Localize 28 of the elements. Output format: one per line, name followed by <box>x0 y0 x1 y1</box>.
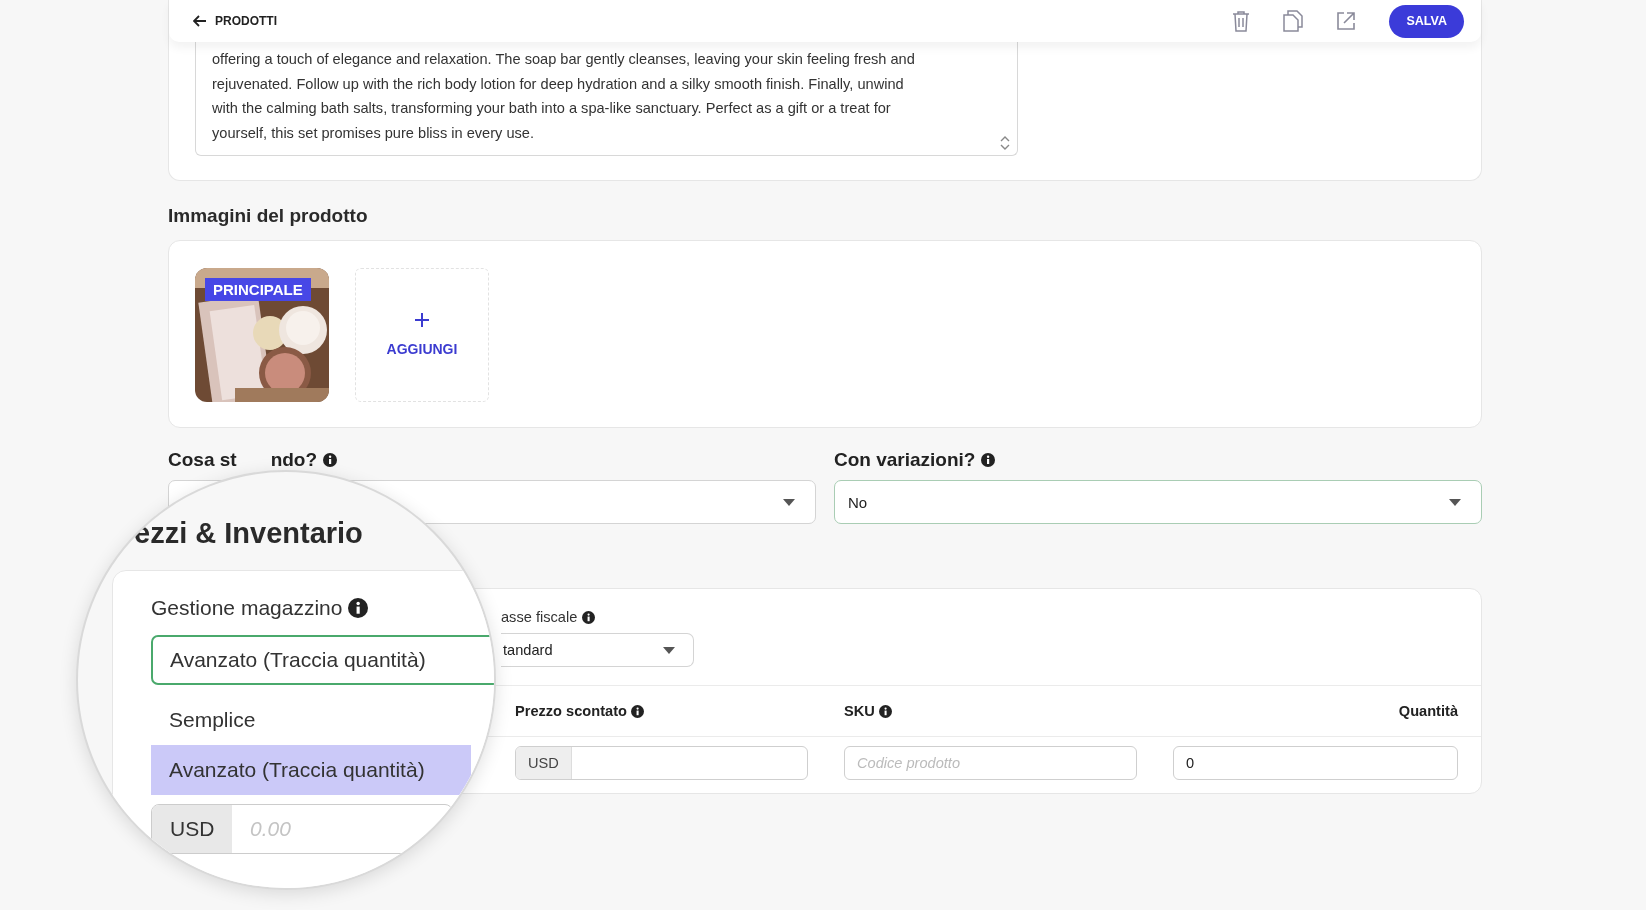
description-text: offering a touch of elegance and relaxation. The soap bar gently cleanses, leaving your skin feeling fresh and <box>212 50 916 69</box>
field-label: asse fiscale <box>501 609 578 625</box>
currency-label: USD <box>152 805 232 853</box>
description-text: yourself, this set promises pure bliss in every use. <box>212 123 535 143</box>
main-image-badge: PRINCIPALE <box>205 278 311 301</box>
price-field[interactable]: USD <box>515 746 808 780</box>
dropdown-option[interactable]: Semplice <box>151 695 471 745</box>
save-button[interactable]: SALVA <box>1389 4 1464 38</box>
sku-field[interactable]: Codice prodotto <box>844 746 1137 780</box>
select-field[interactable]: tandard <box>501 633 694 667</box>
section-title: Immagini del prodotto <box>168 205 369 227</box>
column-header: Quantità <box>1398 703 1458 719</box>
quantity-field[interactable]: 0 <box>1173 746 1458 780</box>
column-header: Prezzo scontato <box>515 703 627 719</box>
field-label: ndo? <box>270 449 318 471</box>
description-text: with the calming bath salts, transforming your bath into a spa-like sanctuary. Perfect as a gift or a treat for <box>212 99 892 118</box>
field-label: Gestione magazzino <box>151 596 343 620</box>
placeholder-text: 0.00 <box>249 816 291 842</box>
select-field[interactable]: No <box>834 480 1482 524</box>
description-text: rejuvenated. Follow up with the rich body lotion for deep hydration and a silky smooth finish. Finally, unwind <box>212 74 905 94</box>
field-label: Cosa st <box>168 449 237 471</box>
stock-select[interactable]: Avanzato (Traccia quantità) <box>151 635 494 685</box>
field-label: Con variazioni? <box>834 449 976 471</box>
dropdown-option[interactable]: Avanzato (Traccia quantità) <box>151 745 471 795</box>
currency-label: USD <box>516 747 572 779</box>
add-image-button[interactable]: AGGIUNGI <box>355 268 489 402</box>
column-header: SKU <box>844 703 875 719</box>
back-link[interactable]: PRODOTTI <box>193 14 277 28</box>
